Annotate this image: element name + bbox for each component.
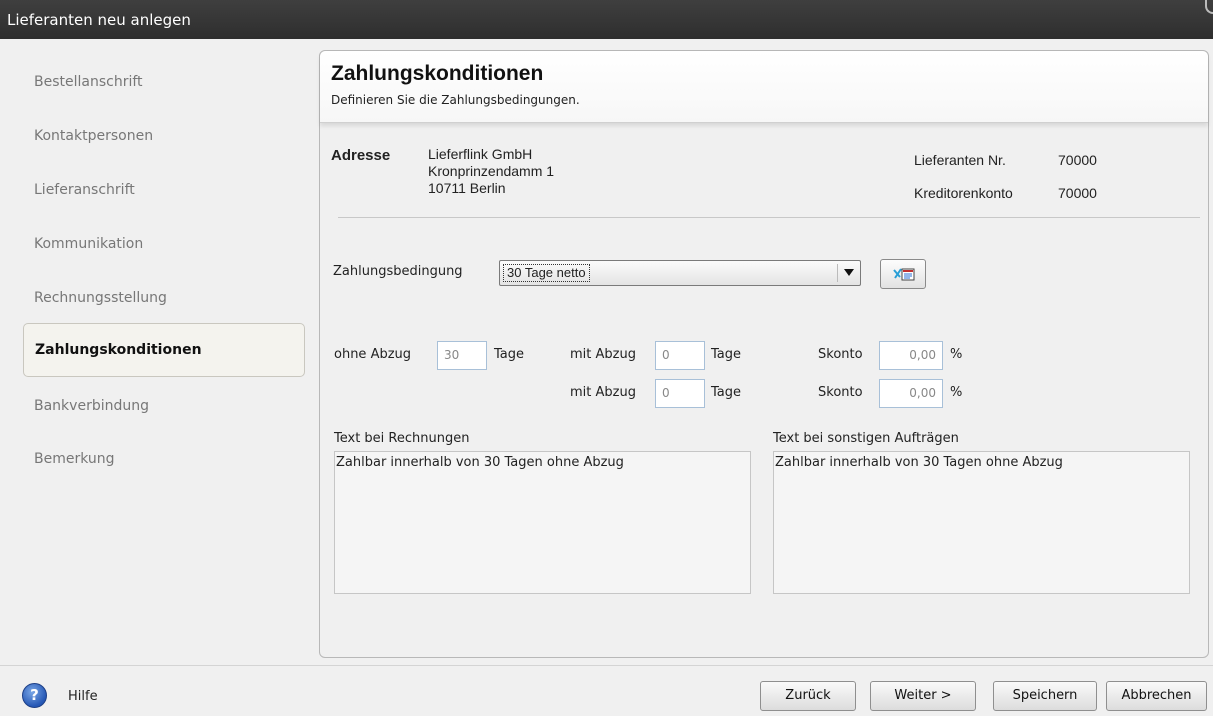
skonto-percent-field-2[interactable]: 0,00: [879, 379, 943, 408]
help-label[interactable]: Hilfe: [68, 689, 98, 704]
supplier-number-label: Lieferanten Nr.: [914, 152, 1006, 168]
without-deduction-label: ohne Abzug: [334, 347, 412, 362]
sidebar-item-zahlungskonditionen[interactable]: Zahlungskonditionen: [23, 323, 305, 377]
creditor-account-label: Kreditorenkonto: [914, 185, 1013, 201]
sidebar-item-bemerkung[interactable]: Bemerkung: [23, 432, 305, 486]
percent-sign-1: %: [950, 347, 963, 362]
chevron-down-icon[interactable]: [844, 269, 854, 276]
percent-sign-2: %: [950, 385, 963, 400]
select-separator: [837, 264, 838, 282]
payment-term-select[interactable]: 30 Tage netto: [499, 260, 861, 286]
with-deduction-days-field-1[interactable]: 0: [655, 341, 705, 370]
with-deduction-unit-1: Tage: [711, 347, 742, 362]
page-title: Zahlungskonditionen: [331, 62, 544, 85]
supplier-number-value: 70000: [1058, 152, 1097, 168]
address-line-2: Kronprinzendamm 1: [428, 163, 555, 179]
sidebar-item-bestellanschrift[interactable]: Bestellanschrift: [23, 55, 305, 109]
with-deduction-days-field-2[interactable]: 0: [655, 379, 705, 408]
address-line-3: 10711 Berlin: [428, 180, 506, 196]
sidebar-item-kommunikation[interactable]: Kommunikation: [23, 217, 305, 271]
skonto-label-2: Skonto: [818, 385, 863, 400]
address-line-1: Lieferflink GmbH: [428, 146, 533, 162]
page-subtitle: Definieren Sie die Zahlungsbedingungen.: [331, 93, 580, 107]
creditor-account-value: 70000: [1058, 185, 1097, 201]
with-deduction-label-2: mit Abzug: [570, 385, 636, 400]
content-panel: Zahlungskonditionen Definieren Sie die Z…: [319, 50, 1209, 658]
address-label: Adresse: [331, 147, 391, 164]
without-deduction-days-field[interactable]: 30: [437, 341, 487, 370]
edit-payment-terms-icon: [893, 268, 915, 281]
invoice-text-label: Text bei Rechnungen: [334, 431, 470, 446]
invoice-text-area[interactable]: Zahlbar innerhalb von 30 Tagen ohne Abzu…: [334, 451, 751, 594]
footer-divider: [0, 665, 1213, 666]
sidebar-item-kontaktpersonen[interactable]: Kontaktpersonen: [23, 109, 305, 163]
other-orders-text-area[interactable]: Zahlbar innerhalb von 30 Tagen ohne Abzu…: [773, 451, 1190, 594]
sidebar-item-lieferanschrift[interactable]: Lieferanschrift: [23, 163, 305, 217]
window-title: Lieferanten neu anlegen: [7, 11, 191, 29]
save-button[interactable]: Speichern: [993, 681, 1097, 711]
sidebar: Bestellanschrift Kontaktpersonen Liefera…: [0, 39, 318, 659]
next-button[interactable]: Weiter >: [870, 681, 976, 711]
with-deduction-label-1: mit Abzug: [570, 347, 636, 362]
edit-payment-terms-button[interactable]: [880, 259, 926, 289]
divider: [338, 217, 1200, 218]
without-deduction-unit: Tage: [494, 347, 525, 362]
window-title-bar: Lieferanten neu anlegen: [0, 0, 1213, 39]
cancel-button[interactable]: Abbrechen: [1106, 681, 1207, 711]
sidebar-item-bankverbindung[interactable]: Bankverbindung: [23, 379, 305, 433]
help-icon[interactable]: ?: [22, 683, 47, 708]
sidebar-item-rechnungsstellung[interactable]: Rechnungsstellung: [23, 271, 305, 325]
panel-header: Zahlungskonditionen Definieren Sie die Z…: [320, 51, 1208, 123]
payment-term-selected-value: 30 Tage netto: [503, 264, 590, 282]
payment-term-label: Zahlungsbedingung: [333, 264, 463, 279]
other-orders-text-label: Text bei sonstigen Aufträgen: [773, 431, 959, 446]
skonto-percent-field-1[interactable]: 0,00: [879, 341, 943, 370]
back-button[interactable]: Zurück: [760, 681, 856, 711]
skonto-label-1: Skonto: [818, 347, 863, 362]
with-deduction-unit-2: Tage: [711, 385, 742, 400]
window-corner-decoration: [1205, 0, 1213, 14]
